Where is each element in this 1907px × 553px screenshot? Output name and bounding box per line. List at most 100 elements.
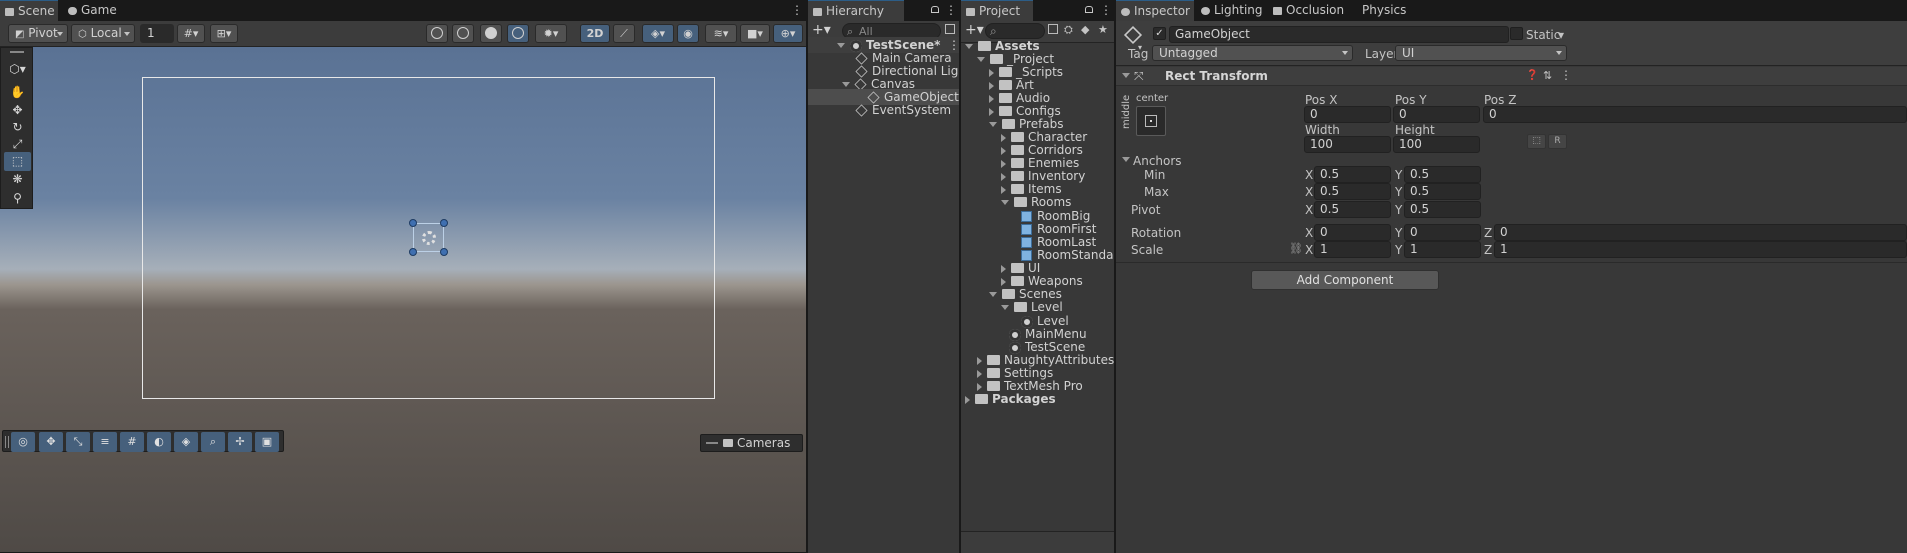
shaded-sphere-icon[interactable] [480,24,502,43]
scale-snap-icon[interactable]: ⤡ [66,432,90,452]
folder-icon [1011,157,1024,168]
handle-bottom-right[interactable] [440,248,448,256]
presets-icon[interactable]: ⇅ [1543,69,1552,82]
anchor-max-x-field[interactable]: 0.5 [1314,183,1391,200]
pivot-x-field[interactable]: 0.5 [1314,201,1391,218]
debug-draw-icon[interactable]: ✹▾ [535,24,567,43]
pos-y-field[interactable]: 0 [1393,106,1480,123]
packages-folder[interactable]: Packages [965,391,1056,407]
height-field[interactable]: 100 [1393,136,1480,153]
lock-icon[interactable] [931,6,939,13]
tab-project[interactable]: Project [961,0,1033,21]
handle-bottom-left[interactable] [409,248,417,256]
grid-view-icon[interactable]: # [120,432,144,452]
shaded-wire-icon[interactable] [507,24,529,43]
project-menu-icon[interactable]: ⋮ [1100,4,1112,16]
create-plus-icon[interactable]: +▾ [812,22,831,38]
scale-y-field[interactable]: 1 [1404,241,1481,258]
handle-top-left[interactable] [409,219,417,227]
grid-snap-input[interactable]: 1 [140,24,174,43]
mode-2d-button[interactable]: 2D [580,24,610,43]
anchor-max-y-field[interactable]: 0.5 [1404,183,1481,200]
help-icon[interactable]: ❓ [1526,70,1538,81]
search-options-icon[interactable] [945,24,955,34]
anchors-arrow-icon[interactable] [1122,157,1130,162]
scale-z-field[interactable]: 1 [1494,241,1907,258]
tab-inspector[interactable]: Inspector [1116,0,1194,21]
scene-menu-icon[interactable]: ⋮ [791,4,803,16]
wireframe-sphere-icon[interactable] [452,24,474,43]
local-dropdown[interactable]: ⬡ Local [71,24,135,43]
layer-dropdown[interactable]: UI [1395,45,1567,61]
compass-icon[interactable]: ◎ [11,432,35,452]
visibility-eye-icon[interactable]: ◉ [677,24,699,43]
static-dropdown-caret[interactable]: ▾ [1558,28,1564,42]
rotation-z-field[interactable]: 0 [1494,224,1907,241]
layers-stack-icon[interactable]: ◈ [174,432,198,452]
hierarchy-item[interactable]: EventSystem [855,102,951,118]
grid-icon[interactable]: #▾ [177,24,205,43]
move-snap-icon[interactable]: ✥ [39,432,63,452]
filter-label-icon[interactable]: ◆ [1081,23,1089,36]
anchor-min-y-field[interactable]: 0.5 [1404,166,1481,183]
raw-edit-button[interactable]: R [1548,134,1567,149]
camera-icon[interactable]: ■▾ [740,24,770,43]
tab-scene[interactable]: Scene [0,0,58,21]
scene-viewport[interactable]: ⬡▾ ✋ ✥ ↻ ⤢ ⬚ ❋ ⚲ ◎ ✥ ⤡ ≡ # ◐ ◈ ⌕ ✢ ▣ Cam… [0,47,806,552]
tab-hierarchy[interactable]: Hierarchy [808,0,904,21]
project-search-input[interactable]: ⌕ [985,23,1045,39]
pivot-y-field[interactable]: 0.5 [1404,201,1481,218]
layers-icon[interactable]: ◈▾ [642,24,674,43]
width-field[interactable]: 100 [1304,136,1391,153]
filter-type-icon[interactable]: ⛭ [1064,23,1073,37]
zoom-icon[interactable]: ⌕ [201,432,225,452]
component-menu-icon[interactable]: ⋮ [1560,68,1572,82]
search-type-icon[interactable] [1048,24,1058,34]
transform-tool-icon[interactable]: ❋ [4,170,31,189]
custom-tool-icon[interactable]: ⚲ [4,189,31,208]
align-icon[interactable]: ≡ [93,432,117,452]
gizmos-icon[interactable]: ⊕▾ [773,24,803,43]
overlay-drag-icon[interactable] [5,436,9,448]
add-component-button[interactable]: Add Component [1251,270,1439,290]
favorites-icon[interactable]: ★ [1098,23,1108,36]
rect-transform-header[interactable]: ⤧ Rect Transform ❓ ⇅ ⋮ [1116,67,1907,86]
rotation-label: Rotation [1131,226,1182,240]
tag-dropdown[interactable]: Untagged [1152,45,1353,61]
transform-mode-icon[interactable]: ⬡▾ [4,60,31,79]
object-name-input[interactable]: GameObject [1169,26,1509,43]
tab-occlusion[interactable]: Occlusion [1268,0,1350,21]
pivot-dropdown[interactable]: ◩ Pivot [8,24,68,43]
hierarchy-menu-icon[interactable]: ⋮ [945,4,957,16]
display-icon[interactable]: ▣ [255,432,279,452]
handle-top-right[interactable] [440,219,448,227]
tab-physics-debugger[interactable]: Physics Debugger [1344,0,1464,38]
snap-icon[interactable]: ⊞▾ [210,24,238,43]
shading-icon[interactable]: ◐ [147,432,171,452]
hand-tool-icon[interactable]: ✋ [4,83,31,102]
anchor-min-x-field[interactable]: 0.5 [1314,166,1391,183]
pos-z-field[interactable]: 0 [1483,106,1907,123]
create-plus-icon[interactable]: +▾ [965,22,984,38]
rotation-x-field[interactable]: 0 [1314,224,1391,241]
pos-x-field[interactable]: 0 [1304,106,1391,123]
drag-handle-icon[interactable] [10,51,24,53]
lock-icon[interactable] [1085,6,1093,13]
rect-tool-icon[interactable]: ⬚ [4,152,31,171]
rotation-y-field[interactable]: 0 [1404,224,1481,241]
active-checkbox[interactable]: ✓ [1153,27,1166,40]
anchor-preset-button[interactable] [1136,106,1166,136]
static-checkbox[interactable] [1510,27,1523,40]
rect-handle-box[interactable] [409,219,448,256]
scale-x-field[interactable]: 1 [1314,241,1391,258]
tab-game[interactable]: Game [63,0,123,21]
effects-icon[interactable]: ≋▾ [705,24,737,43]
globe-icon[interactable] [426,24,448,43]
cameras-overlay[interactable]: Cameras [700,434,803,452]
tab-lighting[interactable]: Lighting [1196,0,1268,21]
blueprint-mode-icon[interactable]: ⬚ [1527,134,1546,149]
collapse-arrow-icon[interactable] [1122,73,1130,78]
lighting-toggle-icon[interactable]: ⟋ [613,24,635,43]
link-scale-icon[interactable]: ⛓ [1289,242,1303,256]
pan-icon[interactable]: ✢ [228,432,252,452]
